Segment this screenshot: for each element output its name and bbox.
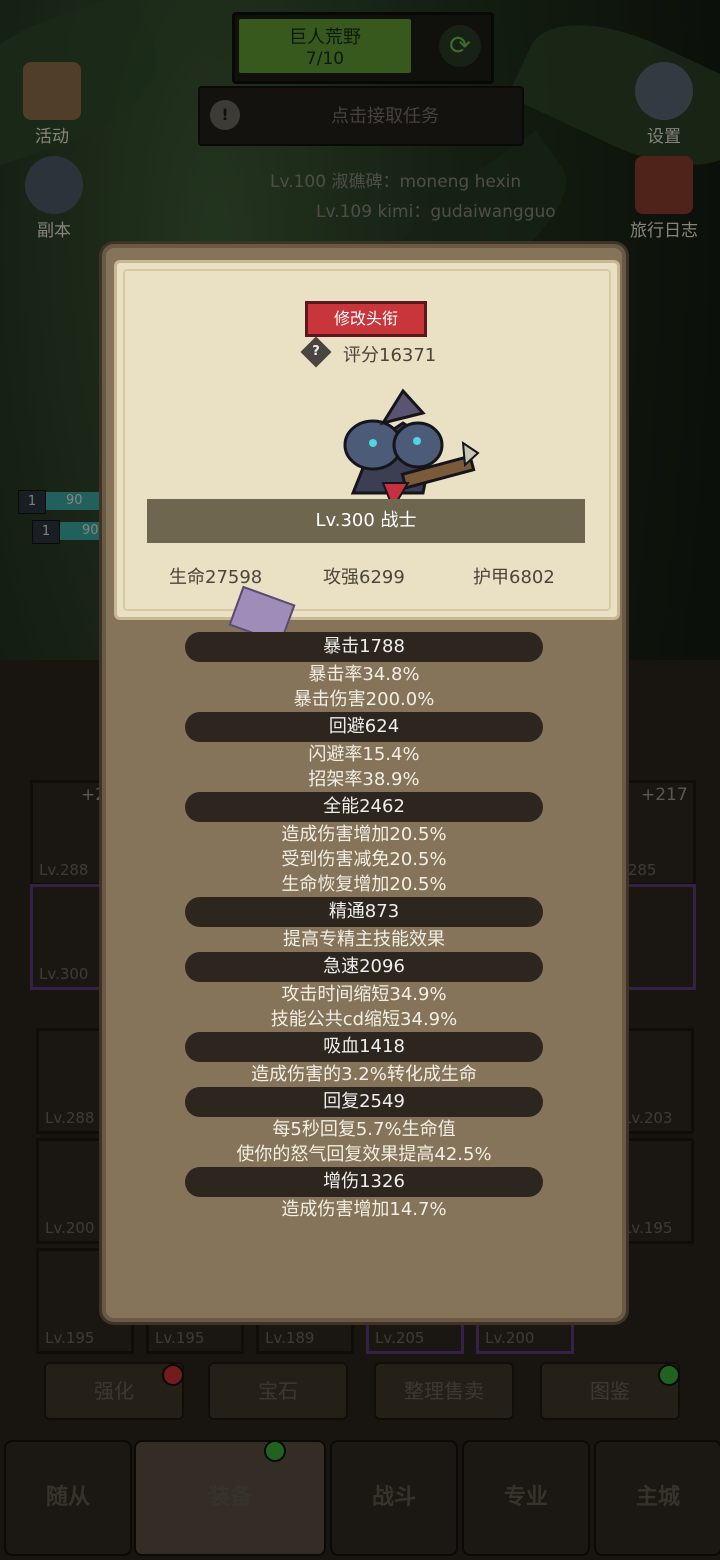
stat-critical: 暴击1788 [185, 632, 543, 662]
stat-detail: 招架率38.9% [308, 769, 420, 790]
help-icon[interactable]: ? [300, 336, 332, 368]
stat-detail: 提高专精主技能效果 [283, 929, 445, 950]
stat-detail: 使你的怒气回复效果提高42.5% [236, 1144, 492, 1165]
stat-detail: 技能公共cd缩短34.9% [270, 1009, 458, 1030]
stat-leech: 吸血1418 [185, 1032, 543, 1062]
stat-detail: 生命恢复增加20.5% [281, 874, 447, 895]
stat-damage-increase: 增伤1326 [185, 1167, 543, 1197]
stat-detail: 每5秒回复5.7%生命值 [272, 1119, 456, 1140]
secondary-stats-list: 暴击1788 暴击率34.8% 暴击伤害200.0% 回避624 闪避率15.4… [106, 632, 622, 1222]
help-icon-glyph: ? [312, 344, 320, 359]
stat-haste: 急速2096 [185, 952, 543, 982]
score-row: ? 评分16371 [297, 336, 477, 369]
stat-recovery: 回复2549 [185, 1087, 543, 1117]
character-name: Lv.300 战士 [147, 499, 585, 543]
stat-detail: 攻击时间缩短34.9% [281, 984, 447, 1005]
health-stat: 生命27598 [169, 567, 263, 588]
warrior-avatar [343, 388, 480, 511]
stat-detail: 造成伤害增加14.7% [281, 1199, 447, 1220]
attack-power-stat: 攻强6299 [323, 567, 405, 588]
profile-card: 修改头衔 ? 评分16371 Lv.300 战士 生命27598 攻强6299 … [114, 260, 620, 620]
change-title-button[interactable]: 修改头衔 [305, 301, 427, 337]
stat-detail: 暴击伤害200.0% [293, 689, 435, 710]
score-label: 评分16371 [343, 345, 437, 366]
stat-detail: 暴击率34.8% [308, 664, 420, 685]
stat-detail: 受到伤害减免20.5% [281, 849, 447, 870]
stat-avoidance: 回避624 [185, 712, 543, 742]
stat-detail: 造成伤害的3.2%转化成生命 [251, 1064, 477, 1085]
stat-versatility: 全能2462 [185, 792, 543, 822]
stat-detail: 闪避率15.4% [308, 744, 420, 765]
armor-stat: 护甲6802 [473, 567, 555, 588]
character-stats-modal: 修改头衔 ? 评分16371 Lv.300 战士 生命27598 攻强6299 … [102, 244, 626, 1322]
stat-detail: 造成伤害增加20.5% [281, 824, 447, 845]
stat-mastery: 精通873 [185, 897, 543, 927]
